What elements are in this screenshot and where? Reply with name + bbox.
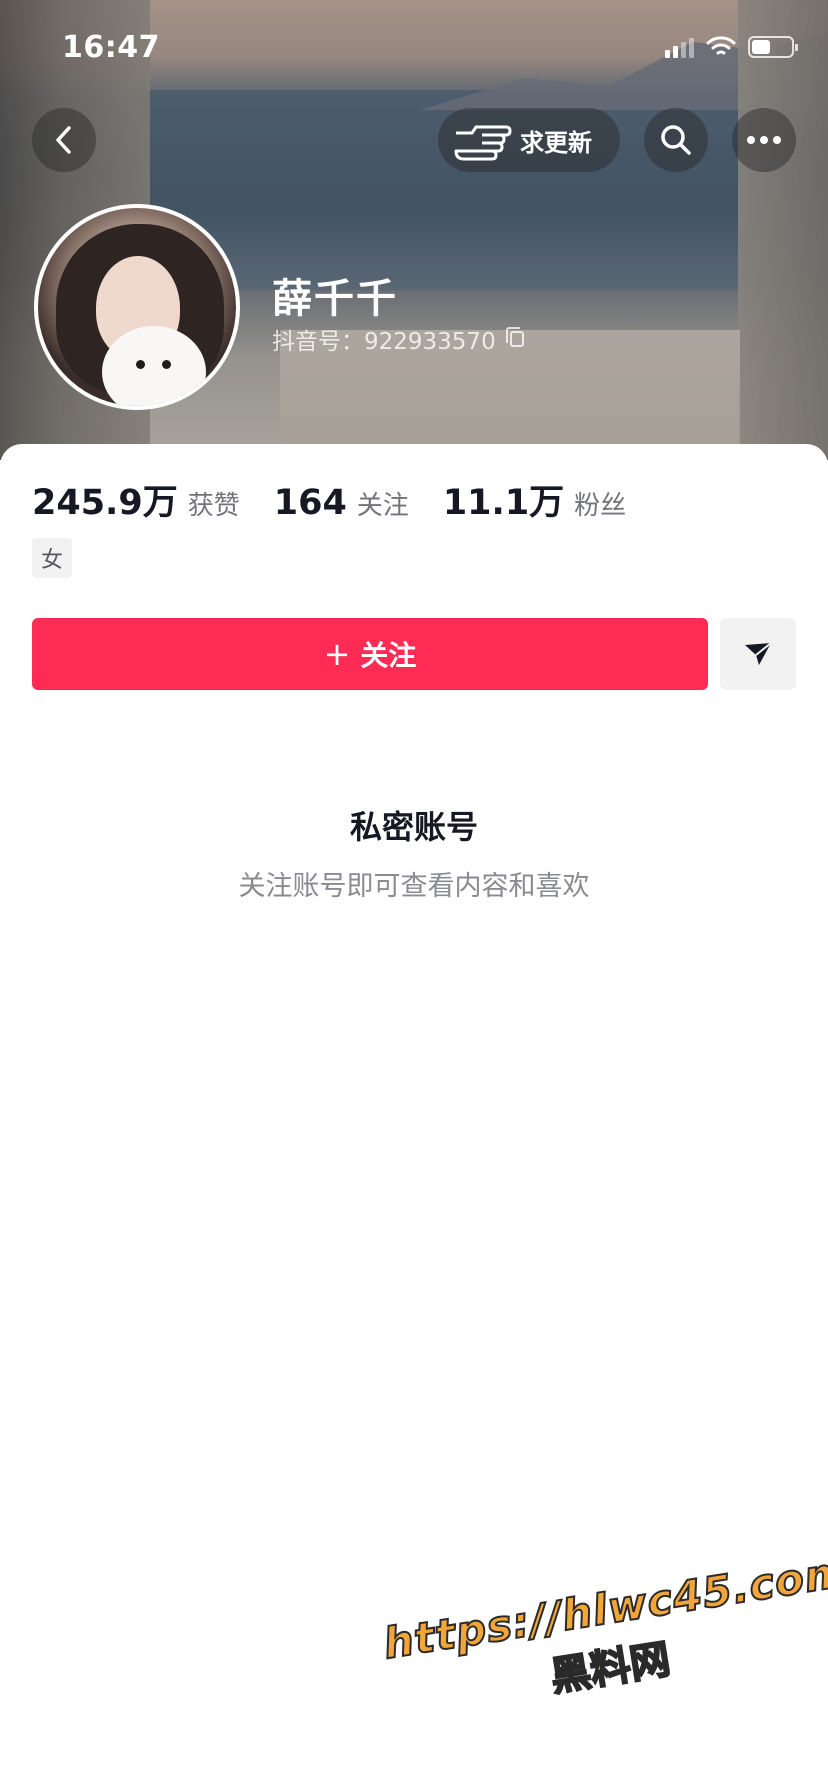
stat-value: 11.1万 [442,483,565,523]
stat-likes[interactable]: 245.9万 获赞 [32,474,240,525]
more-icon [747,136,781,144]
search-button[interactable] [644,108,708,172]
gender-tag: 女 [32,538,72,578]
stat-value: 164 [273,483,347,523]
stat-following[interactable]: 164 关注 [274,483,409,523]
send-message-button[interactable] [720,618,796,690]
send-icon [745,642,772,665]
stat-followers[interactable]: 11.1万 粉丝 [443,474,626,525]
wifi-icon [706,36,736,55]
plus-icon: + [323,635,351,673]
signal-icon [665,36,694,58]
avatar[interactable] [34,204,240,410]
private-account-title: 私密账号 [349,808,478,846]
private-account-description: 关注账号即可查看内容和喜欢 [238,871,590,902]
search-icon [661,125,691,155]
stat-value: 245.9万 [32,483,178,523]
more-button[interactable] [732,108,796,172]
profile-name: 薛千千 [272,276,398,322]
stat-label: 关注 [356,491,409,521]
follow-label: 关注 [360,639,417,672]
profile-cover: 16:47 求更新 薛千千 抖音号：922933570 [0,0,828,460]
stats-row: 245.9万 获赞 164 关注 11.1万 粉丝 [32,474,660,525]
status-icons [665,36,798,58]
copy-icon[interactable] [505,327,524,347]
request-update-button[interactable]: 求更新 [438,108,620,172]
stat-label: 粉丝 [574,491,627,521]
request-update-label: 求更新 [520,128,592,157]
douyin-id[interactable]: 抖音号：922933570 [272,322,524,356]
follow-button[interactable]: + 关注 [32,618,708,690]
chevron-left-icon [56,126,71,154]
status-time: 16:47 [62,30,160,65]
stat-label: 获赞 [187,491,240,521]
battery-icon [748,36,798,58]
avatar-dog [102,326,206,406]
pointing-hand-icon [454,125,512,161]
douyin-id-text: 抖音号：922933570 [272,329,496,355]
back-button[interactable] [32,108,96,172]
